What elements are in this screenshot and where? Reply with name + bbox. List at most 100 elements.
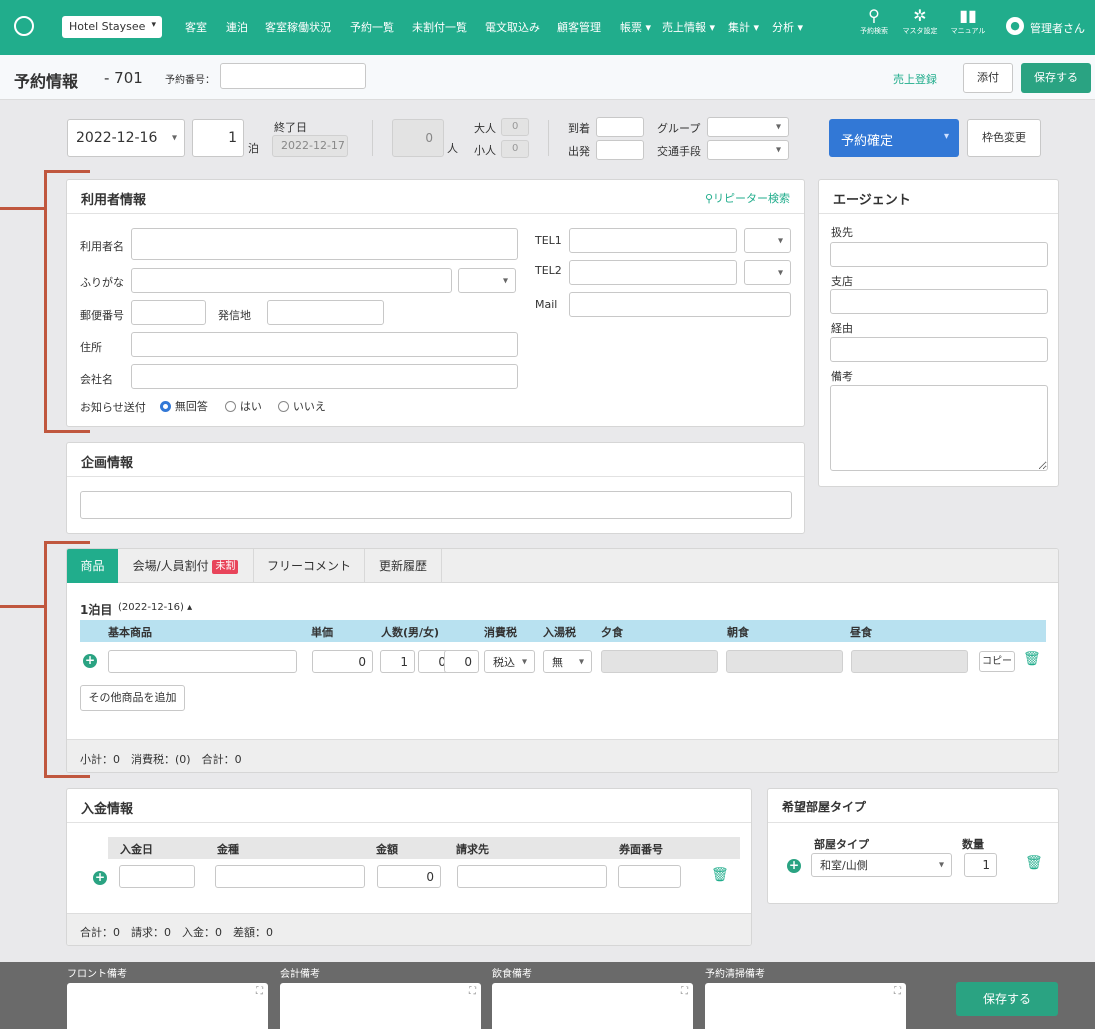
group-select[interactable]	[707, 117, 789, 137]
nights-input[interactable]	[192, 119, 244, 157]
trash-icon[interactable]: 🗑	[1023, 651, 1041, 667]
tab-free-comment[interactable]: フリーコメント	[254, 549, 365, 583]
save-button-bottom[interactable]: 保存する	[956, 982, 1058, 1016]
lunch-field[interactable]	[851, 650, 968, 673]
repeater-search-link[interactable]: ⚲リピーター検索	[705, 190, 790, 206]
add-product-icon[interactable]: +	[83, 654, 97, 668]
notify-radio-none[interactable]: 無回答	[160, 398, 208, 414]
nav-manual[interactable]: ▮▮ マニュアル	[946, 6, 990, 50]
radio-checked-icon	[160, 401, 171, 412]
base-product-input[interactable]	[108, 650, 297, 673]
unit-price-input[interactable]	[312, 650, 373, 673]
expand-icon[interactable]: ⛶	[681, 986, 688, 997]
col-header: 人数(男/女)	[381, 626, 440, 639]
notify-radio-no[interactable]: いいえ	[278, 398, 326, 414]
dinner-field[interactable]	[601, 650, 718, 673]
attach-button[interactable]: 添付	[963, 63, 1013, 93]
expand-icon[interactable]: ⛶	[256, 986, 263, 997]
copy-button[interactable]: コピー	[979, 651, 1015, 672]
voucher-number-input[interactable]	[618, 865, 681, 888]
nav-reports[interactable]: 帳票 ▾	[620, 19, 651, 35]
nav-reservation-list[interactable]: 予約一覧	[350, 19, 394, 35]
hotel-selector[interactable]: Hotel Staysee ▾	[62, 16, 162, 38]
user-menu[interactable]: ● 管理者さん	[1006, 16, 1095, 38]
trash-icon[interactable]: 🗑	[711, 867, 729, 883]
accounting-memo-textarea[interactable]: ⛶	[280, 983, 481, 1029]
handler-input[interactable]	[830, 242, 1048, 267]
col-header: 消費税	[484, 626, 517, 639]
company-input[interactable]	[131, 364, 518, 389]
reservation-number-input[interactable]	[220, 63, 366, 89]
expand-icon[interactable]: ⛶	[894, 986, 901, 997]
add-other-product-button[interactable]: その他商品を追加	[80, 685, 185, 711]
payment-date-input[interactable]	[119, 865, 195, 888]
front-memo-textarea[interactable]: ⛶	[67, 983, 268, 1029]
status-select[interactable]: 予約確定 ▾	[829, 119, 959, 157]
food-memo-textarea[interactable]: ⛶	[492, 983, 693, 1029]
annotation-bar	[0, 207, 45, 210]
room-quantity-input[interactable]	[964, 853, 997, 877]
tel1-type-select[interactable]	[744, 228, 791, 253]
transport-select[interactable]	[707, 140, 789, 160]
start-date-select[interactable]: 2022-12-16	[67, 119, 185, 157]
mail-input[interactable]	[569, 292, 791, 317]
tel1-input[interactable]	[569, 228, 737, 253]
nav-reservation-search[interactable]: ⚲ 予約検索	[852, 6, 896, 50]
female-count-input[interactable]	[444, 650, 479, 673]
plan-input[interactable]	[80, 491, 792, 519]
save-button-top[interactable]: 保存する	[1021, 63, 1091, 93]
nav-rooms[interactable]: 客室	[185, 19, 207, 35]
tel2-type-select[interactable]	[744, 260, 791, 285]
via-input[interactable]	[830, 337, 1048, 362]
kana-input[interactable]	[131, 268, 452, 293]
app-logo-icon[interactable]	[14, 16, 34, 36]
billing-to-input[interactable]	[457, 865, 607, 888]
notify-radio-yes[interactable]: はい	[225, 398, 262, 414]
room-type-select[interactable]: 和室/山側	[811, 853, 952, 877]
tab-update-history[interactable]: 更新履歴	[365, 549, 442, 583]
cleaning-memo-textarea[interactable]: ⛶	[705, 983, 906, 1029]
nav-master-settings[interactable]: ✲ マスタ設定	[898, 6, 942, 50]
sales-register-link[interactable]: 売上登録	[893, 71, 937, 87]
day-date[interactable]: (2022-12-16) ▴	[118, 602, 192, 613]
nav-analysis[interactable]: 分析 ▾	[772, 19, 803, 35]
add-room-type-icon[interactable]: +	[787, 859, 801, 873]
zip-input[interactable]	[131, 300, 206, 325]
tab-bar: 商品 会場/人員割付 未割 フリーコメント 更新履歴	[67, 549, 1058, 583]
departure-input[interactable]	[596, 140, 644, 160]
payment-table-header: 入金日 金種 金額 請求先 券面番号	[108, 837, 740, 859]
nav-message-import[interactable]: 電文取込み	[485, 19, 540, 35]
payment-amount-input[interactable]	[377, 865, 441, 888]
tab-products[interactable]: 商品	[67, 549, 118, 583]
agent-title: エージェント	[833, 193, 911, 208]
guest-info-title: 利用者情報	[81, 193, 147, 208]
trash-icon[interactable]: 🗑	[1025, 855, 1043, 871]
tab-venue-assign[interactable]: 会場/人員割付 未割	[118, 549, 254, 583]
nav-customers[interactable]: 顧客管理	[557, 19, 601, 35]
agent-note-textarea[interactable]	[830, 385, 1048, 471]
people-count-input[interactable]	[380, 650, 415, 673]
hotel-name: Hotel Staysee	[69, 20, 146, 33]
guest-name-input[interactable]	[131, 228, 518, 260]
origin-input[interactable]	[267, 300, 384, 325]
expand-icon[interactable]: ⛶	[469, 986, 476, 997]
tel2-input[interactable]	[569, 260, 737, 285]
color-change-button[interactable]: 枠色変更	[967, 119, 1041, 157]
address-input[interactable]	[131, 332, 518, 357]
accounting-memo-label: 会計備考	[280, 969, 320, 980]
nav-unassigned[interactable]: 未割付一覧	[412, 19, 467, 35]
kana-honorific-select[interactable]	[458, 268, 516, 293]
nav-room-status[interactable]: 客室稼働状況	[265, 19, 331, 35]
add-payment-icon[interactable]: +	[93, 871, 107, 885]
arrival-input[interactable]	[596, 117, 644, 137]
nav-sales[interactable]: 売上情報 ▾	[662, 19, 715, 35]
tax-select[interactable]: 税込	[484, 650, 535, 673]
breakfast-field[interactable]	[726, 650, 843, 673]
product-table-header: 基本商品 単価 人数(男/女) 消費税 入湯税 夕食 朝食 昼食	[80, 620, 1046, 642]
payment-title: 入金情報	[81, 802, 134, 817]
nav-consecutive[interactable]: 連泊	[226, 19, 248, 35]
payment-type-input[interactable]	[215, 865, 365, 888]
branch-input[interactable]	[830, 289, 1048, 314]
nav-totals[interactable]: 集計 ▾	[728, 19, 759, 35]
bath-tax-select[interactable]: 無	[543, 650, 592, 673]
